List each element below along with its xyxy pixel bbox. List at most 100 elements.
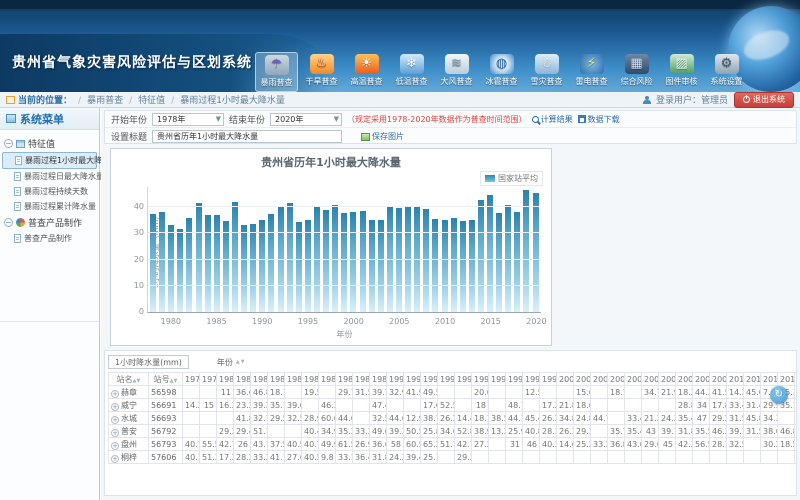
col-year-2001[interactable]: 2001	[574, 373, 591, 386]
sidebar-item[interactable]: 暴雨过程日最大降水量	[2, 169, 97, 184]
col-year-1979[interactable]: 1979	[200, 373, 217, 386]
col-year-2011[interactable]: 2011	[744, 373, 761, 386]
col-year-2012[interactable]: 2012	[761, 373, 778, 386]
collapse-icon[interactable]: −	[4, 139, 13, 148]
download-button[interactable]: 数据下载	[578, 114, 620, 125]
value-cell: 26.2	[540, 412, 557, 425]
col-year-1984[interactable]: 1984	[285, 373, 302, 386]
sidebar-item[interactable]: 暴雨过程1小时最大降水量	[2, 152, 97, 169]
value-cell: 47.4	[370, 399, 387, 412]
breadcrumb-segment[interactable]: 特征值	[138, 96, 165, 106]
calculate-button[interactable]: 计算结果	[532, 114, 573, 125]
col-year-2013[interactable]: 2013	[778, 373, 795, 386]
col-station-name[interactable]: 站名 ▲▼	[109, 373, 149, 386]
sort-icons[interactable]: ▲▼	[236, 360, 245, 365]
col-year-2005[interactable]: 2005	[642, 373, 659, 386]
expand-row-icon[interactable]: +	[111, 416, 119, 424]
measure-box[interactable]: 1小时降水量(mm)	[108, 355, 189, 369]
station-name-cell[interactable]: +普安	[109, 425, 149, 438]
col-year-1978[interactable]: 1978	[183, 373, 200, 386]
value-cell: 18.1	[268, 386, 285, 399]
chart-title-input[interactable]: 贵州省历年1小时最大降水量	[152, 130, 342, 143]
col-year-2014[interactable]: 2014	[795, 373, 798, 386]
col-year-1993[interactable]: 1993	[438, 373, 455, 386]
expand-row-icon[interactable]: +	[111, 390, 119, 398]
floating-refresh-button[interactable]: ↻	[770, 386, 788, 404]
nav-drought[interactable]: ♨干旱普查	[300, 52, 343, 92]
col-year-1980[interactable]: 1980	[217, 373, 234, 386]
col-year-2002[interactable]: 2002	[591, 373, 608, 386]
col-year-1987[interactable]: 1987	[336, 373, 353, 386]
value-cell: 49.6	[370, 425, 387, 438]
col-station-id[interactable]: 站号 ▲▼	[149, 373, 183, 386]
value-cell: 33.4	[727, 399, 744, 412]
col-year-1999[interactable]: 1999	[540, 373, 557, 386]
station-name-cell[interactable]: +盘州	[109, 438, 149, 451]
col-year-2009[interactable]: 2009	[710, 373, 727, 386]
expand-row-icon[interactable]: +	[111, 403, 119, 411]
nav-lightning[interactable]: ⚡雷电普查	[570, 52, 613, 92]
value-cell: 18	[472, 399, 489, 412]
expand-row-icon[interactable]: +	[111, 429, 119, 437]
col-year-1996[interactable]: 1996	[489, 373, 506, 386]
nav-rainstorm[interactable]: ☂暴雨普查	[255, 52, 298, 92]
col-year-2004[interactable]: 2004	[625, 373, 642, 386]
value-cell	[353, 399, 370, 412]
nav-cold[interactable]: ❄低温普查	[390, 52, 433, 92]
station-name-cell[interactable]: +桐梓	[109, 451, 149, 464]
value-cell: 25.2	[574, 438, 591, 451]
year-header[interactable]: 年份 ▲▼	[217, 357, 245, 368]
bar-1996	[314, 207, 320, 312]
breadcrumb-segment[interactable]: 暴雨过程1小时最大降水量	[180, 96, 285, 106]
col-year-2003[interactable]: 2003	[608, 373, 625, 386]
start-year-select[interactable]: 1978年▼	[152, 113, 224, 126]
sidebar-group-普查产品制作[interactable]: −普查产品制作	[2, 214, 97, 231]
value-cell: 49.9	[319, 438, 336, 451]
col-year-1983[interactable]: 1983	[268, 373, 285, 386]
col-year-1992[interactable]: 1992	[421, 373, 438, 386]
station-name-cell[interactable]: +水城	[109, 412, 149, 425]
end-year-select[interactable]: 2020年▼	[270, 113, 342, 126]
sidebar-group-特征值[interactable]: −特征值	[2, 135, 97, 152]
sidebar-item[interactable]: 暴雨过程累计降水量	[2, 199, 97, 214]
col-year-1988[interactable]: 1988	[353, 373, 370, 386]
table-header: 站名 ▲▼站号 ▲▼197819791980198119821983198419…	[109, 373, 798, 386]
expand-row-icon[interactable]: +	[111, 442, 119, 450]
col-year-1981[interactable]: 1981	[234, 373, 251, 386]
value-cell: 24.2	[387, 451, 404, 464]
col-year-1998[interactable]: 1998	[523, 373, 540, 386]
col-year-1991[interactable]: 1991	[404, 373, 421, 386]
breadcrumb-segment[interactable]: 暴雨普查	[87, 96, 123, 106]
nav-settings[interactable]: ⚙系统设置	[705, 52, 748, 92]
col-year-1982[interactable]: 1982	[251, 373, 268, 386]
col-year-1986[interactable]: 1986	[319, 373, 336, 386]
sidebar-item[interactable]: 普查产品制作	[2, 231, 97, 246]
col-year-1995[interactable]: 1995	[472, 373, 489, 386]
col-year-1985[interactable]: 1985	[302, 373, 319, 386]
nav-map[interactable]: ▨图件审核	[660, 52, 703, 92]
chart-legend[interactable]: 国家站平均	[480, 171, 543, 186]
sort-icons[interactable]: ▲▼	[133, 379, 141, 384]
col-year-1997[interactable]: 1997	[506, 373, 523, 386]
col-year-1989[interactable]: 1989	[370, 373, 387, 386]
col-year-1990[interactable]: 1990	[387, 373, 404, 386]
col-year-2000[interactable]: 2000	[557, 373, 574, 386]
sort-icons[interactable]: ▲▼	[170, 379, 178, 384]
logout-button[interactable]: 退出系统	[734, 92, 794, 108]
col-year-2008[interactable]: 2008	[693, 373, 710, 386]
station-name-cell[interactable]: +赫章	[109, 386, 149, 399]
station-name-cell[interactable]: +威宁	[109, 399, 149, 412]
collapse-icon[interactable]: −	[4, 218, 13, 227]
nav-heat[interactable]: ☀高温普查	[345, 52, 388, 92]
col-year-1994[interactable]: 1994	[455, 373, 472, 386]
nav-hail[interactable]: ◍冰雹普查	[480, 52, 523, 92]
sidebar-item[interactable]: 暴雨过程持续天数	[2, 184, 97, 199]
nav-risk[interactable]: ▦综合风险	[615, 52, 658, 92]
save-image-button[interactable]: 保存图片	[361, 131, 404, 142]
col-year-2010[interactable]: 2010	[727, 373, 744, 386]
expand-row-icon[interactable]: +	[111, 455, 119, 463]
col-year-2006[interactable]: 2006	[659, 373, 676, 386]
nav-snow[interactable]: ☃雪灾普查	[525, 52, 568, 92]
nav-wind[interactable]: ≋大风普查	[435, 52, 478, 92]
col-year-2007[interactable]: 2007	[676, 373, 693, 386]
